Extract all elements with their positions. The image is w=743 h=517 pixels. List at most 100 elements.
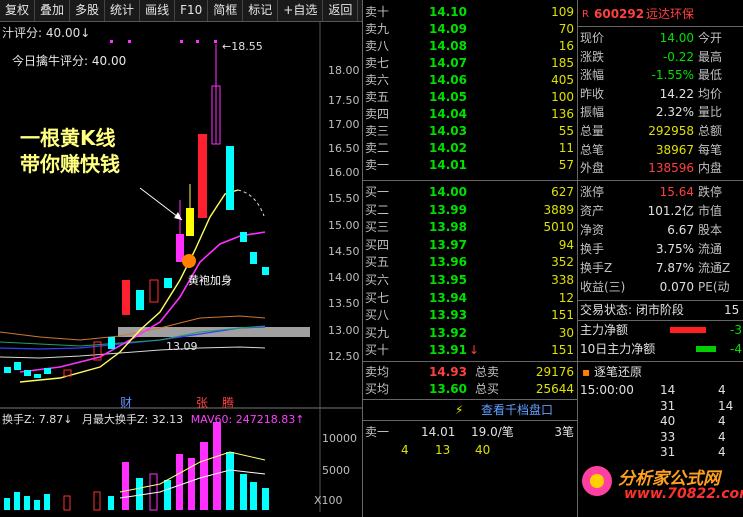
buy-level-row[interactable]: 买四 13.97 94 bbox=[363, 237, 578, 254]
sell-level-row[interactable]: 卖三 14.03 55 bbox=[363, 123, 578, 140]
sell-level-row[interactable]: 卖二 14.02 11 bbox=[363, 140, 578, 157]
sell-level-label: 卖八 bbox=[365, 39, 390, 53]
candle bbox=[226, 146, 234, 210]
tick-price: 14 bbox=[660, 383, 676, 397]
sell-level-price: 14.09 bbox=[429, 22, 467, 36]
quote-row: 资产 101.2亿 市值 bbox=[578, 203, 743, 220]
buy-level-price: 13.95 bbox=[429, 273, 467, 287]
sell-level-row[interactable]: 卖七 14.07 185 bbox=[363, 55, 578, 72]
buy-level-row[interactable]: 买十 13.91 ↓ 151 bbox=[363, 342, 578, 359]
candle bbox=[262, 267, 269, 275]
chart-toolbar: 复权 叠加 多股 统计 画线 F10 简框 标记 +自选 返回 bbox=[0, 0, 362, 22]
volume-bars bbox=[4, 422, 269, 511]
tick-detail-header[interactable]: ▪ 逐笔还原 bbox=[578, 364, 743, 381]
volume-header-mav60: MAV60: 247218.83 bbox=[190, 413, 296, 426]
sell-level-volume: 70 bbox=[558, 22, 574, 36]
buy-level-volume: 94 bbox=[558, 237, 574, 252]
price-tick: 12.50 bbox=[328, 350, 360, 363]
buy-level-row[interactable]: 买一 14.00 627 bbox=[363, 184, 578, 201]
sell-level-row[interactable]: 卖九 14.09 70 bbox=[363, 21, 578, 38]
buy-level-label: 买三 bbox=[365, 220, 390, 235]
view-depth-link[interactable]: 查看千档盘口 bbox=[481, 402, 553, 419]
buy-level-volume: 5010 bbox=[543, 220, 574, 235]
toolbar-draw-line-button[interactable]: 画线 bbox=[140, 0, 176, 21]
stock-header: R 600292 远达环保 bbox=[578, 6, 743, 23]
quote-row: 总笔 38967 每笔 bbox=[578, 142, 743, 159]
buy-level-row[interactable]: 买二 13.99 3889 bbox=[363, 202, 578, 219]
view-depth-row[interactable]: ⚡ 查看千档盘口 bbox=[363, 402, 578, 419]
sell-level-label: 卖六 bbox=[365, 73, 390, 87]
sell-level-volume: 55 bbox=[558, 124, 574, 138]
sell-level-price: 14.03 bbox=[429, 124, 467, 138]
sell-level-volume: 16 bbox=[558, 39, 574, 53]
toolbar-mark-button[interactable]: 标记 bbox=[243, 0, 279, 21]
buy-level-row[interactable]: 买六 13.95 338 bbox=[363, 272, 578, 289]
low-price-label: 13.09 bbox=[166, 340, 198, 353]
quote-row: 涨幅 -1.55% 最低 bbox=[578, 67, 743, 84]
quote-label-2: 流通Z bbox=[698, 261, 731, 275]
price-tick: 13.50 bbox=[328, 297, 360, 310]
buy-level-volume: 30 bbox=[558, 325, 574, 340]
annotation-line-1: 一根黄K线 bbox=[20, 126, 116, 150]
sell-level-row[interactable]: 卖一 14.01 57 bbox=[363, 157, 578, 174]
toolbar-fuquan-button[interactable]: 复权 bbox=[0, 0, 36, 21]
marker-teng: 腾 bbox=[222, 396, 235, 410]
candle bbox=[122, 280, 130, 315]
toolbar-add-watchlist-button[interactable]: +自选 bbox=[278, 0, 324, 21]
quote-label: 涨幅 bbox=[580, 68, 605, 83]
sell-level-volume: 109 bbox=[551, 5, 574, 19]
quote-label-2: 跌停 bbox=[698, 185, 723, 199]
toolbar-simple-frame-button[interactable]: 简框 bbox=[208, 0, 244, 21]
candle-yellow-signal bbox=[186, 208, 194, 236]
buy-level-row[interactable]: 买八 13.93 151 bbox=[363, 307, 578, 324]
annotation-line-2: 带你赚快钱 bbox=[20, 152, 120, 176]
buy-level-row[interactable]: 买五 13.96 352 bbox=[363, 254, 578, 271]
kline-svg[interactable]: 18.00 17.50 17.00 16.50 16.00 15.50 15.0… bbox=[0, 22, 362, 517]
buy-level-row[interactable]: 买三 13.98 5010 bbox=[363, 219, 578, 236]
candle bbox=[136, 290, 144, 310]
toolbar-overlay-button[interactable]: 叠加 bbox=[35, 0, 71, 21]
buy-level-label: 买六 bbox=[365, 273, 390, 287]
order-book-panel: 卖十 14.10 109 卖九 14.09 70 卖八 14.08 16 卖七 14.07 185 卖六… bbox=[362, 0, 578, 517]
buy-level-row[interactable]: 买七 13.94 12 bbox=[363, 290, 578, 307]
quote-row: 昨收 14.22 均价 bbox=[578, 86, 743, 103]
quote-label: 收益(三) bbox=[580, 280, 626, 294]
today-score-label: 今日擒牛评分: 40.00 bbox=[12, 54, 127, 68]
buy-level-label: 买一 bbox=[365, 185, 390, 199]
sell-level-volume: 100 bbox=[551, 90, 574, 104]
sell-level-row[interactable]: 卖六 14.06 405 bbox=[363, 72, 578, 89]
tick-volume: 4 bbox=[718, 445, 726, 459]
toolbar-multi-stock-button[interactable]: 多股 bbox=[70, 0, 106, 21]
quote-label: 换手 bbox=[580, 242, 605, 256]
signal-dots bbox=[110, 40, 217, 43]
sell-level-row[interactable]: 卖五 14.05 100 bbox=[363, 89, 578, 106]
main-net-10d-row: 10日主力净额 -4 bbox=[580, 342, 742, 356]
toolbar-f10-button[interactable]: F10 bbox=[175, 0, 209, 21]
sell-level-row[interactable]: 卖十 14.10 109 bbox=[363, 4, 578, 21]
last-trade-row: 卖一 14.01 19.0/笔 3笔 bbox=[365, 425, 574, 439]
buy-level-label: 买四 bbox=[365, 237, 390, 252]
huangpao-label: 黄袍加身 bbox=[188, 274, 232, 287]
buy-level-price: 13.96 bbox=[429, 255, 467, 270]
ma-line-projection bbox=[237, 189, 265, 217]
quote-value: 6.67 bbox=[667, 223, 694, 237]
tick-volume: 4 bbox=[718, 414, 726, 428]
toolbar-back-button[interactable]: 返回 bbox=[323, 0, 359, 21]
main-net-bar bbox=[670, 327, 706, 333]
quote-label: 外盘 bbox=[580, 161, 605, 176]
sell-level-label: 卖九 bbox=[365, 22, 390, 36]
sell-level-row[interactable]: 卖八 14.08 16 bbox=[363, 38, 578, 55]
price-tick: 17.50 bbox=[328, 94, 360, 107]
buy-level-row[interactable]: 买九 13.92 30 bbox=[363, 325, 578, 342]
candle bbox=[164, 278, 172, 288]
sell-level-price: 14.04 bbox=[429, 107, 467, 121]
buy-level-volume: 3889 bbox=[543, 202, 574, 217]
buy-level-price: 13.98 bbox=[429, 220, 467, 235]
kline-chart[interactable]: 18.00 17.50 17.00 16.50 16.00 15.50 15.0… bbox=[0, 22, 362, 517]
quote-value: 38967 bbox=[655, 142, 694, 157]
toolbar-stats-button[interactable]: 统计 bbox=[105, 0, 141, 21]
quote-label-2: 内盘 bbox=[698, 161, 723, 176]
quote-label-2: 最低 bbox=[698, 68, 723, 83]
sell-level-row[interactable]: 卖四 14.04 136 bbox=[363, 106, 578, 123]
quote-label: 总量 bbox=[580, 124, 605, 138]
